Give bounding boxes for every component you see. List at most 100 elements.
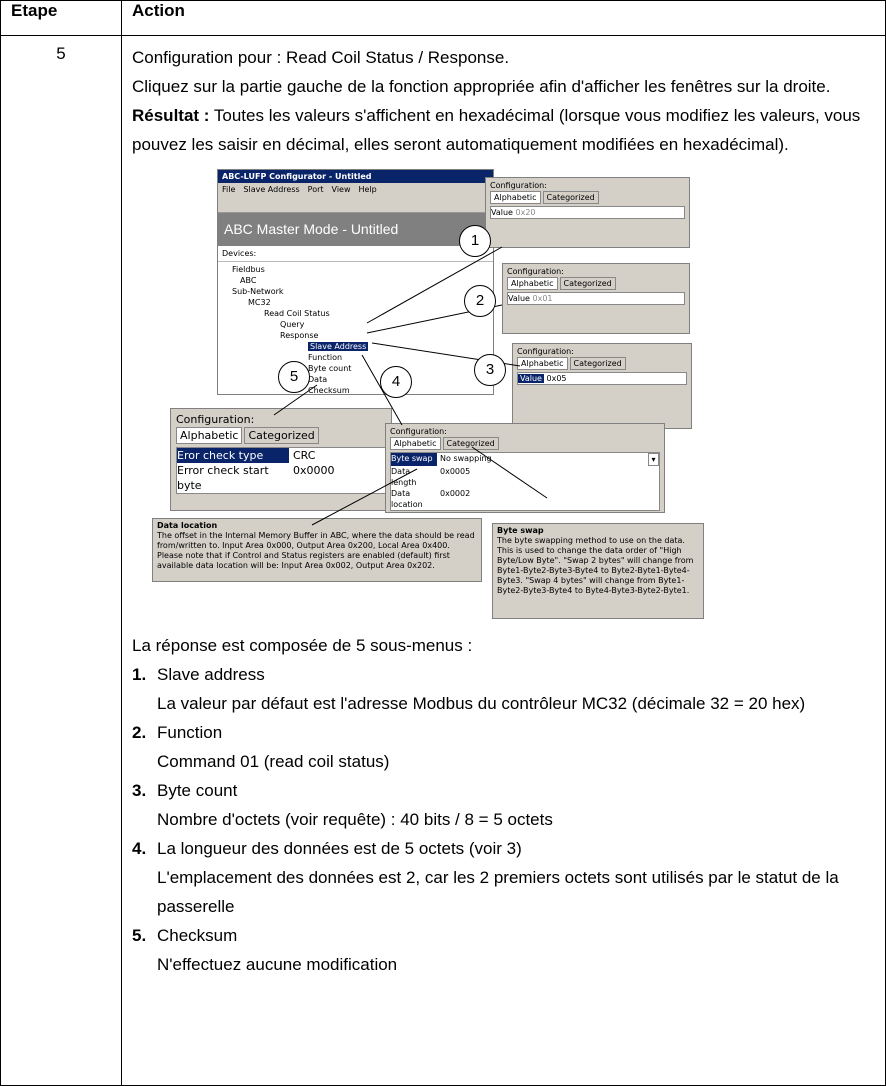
list-item-title: Checksum — [157, 926, 238, 945]
value-slave-address[interactable]: 0x20 — [516, 208, 536, 217]
tree-byte-count[interactable]: Byte count — [222, 363, 489, 374]
data-length-value[interactable]: 0x0005 — [437, 466, 470, 488]
response-intro: La réponse est composée de 5 sous-menus … — [132, 636, 473, 655]
list-item-title: Slave address — [157, 665, 265, 684]
menu-help[interactable]: Help — [359, 184, 377, 195]
list-item: 5. Checksum N'effectuez aucune modificatio… — [132, 921, 877, 979]
action-cell: Configuration pour : Read Coil Status / … — [121, 35, 886, 1086]
tree-query[interactable]: Query — [222, 319, 489, 330]
value-label-3: Value — [518, 374, 544, 383]
config-panel-checksum: Configuration: Alphabetic Categorized Ero… — [170, 408, 392, 511]
check-start-value[interactable]: 0x0000 — [289, 463, 335, 493]
menu-port[interactable]: Port — [308, 184, 324, 195]
devices-label: Devices: — [218, 246, 493, 262]
device-tree: Fieldbus ABC Sub-Network MC32 Read Coil … — [218, 262, 493, 398]
data-location-value[interactable]: 0x0002 — [437, 488, 470, 510]
tab-categorized-4[interactable]: Categorized — [244, 427, 319, 444]
list-item-desc: N'effectuez aucune modification — [157, 955, 398, 974]
tooltip-data-location: Data location The offset in the Internal… — [152, 518, 482, 582]
tree-slave-address[interactable]: Slave Address — [308, 342, 369, 351]
dropdown-arrow-icon[interactable]: ▾ — [648, 453, 659, 466]
tab-alphabetic-1[interactable]: Alphabetic — [490, 191, 541, 204]
callout-5: 5 — [278, 361, 310, 393]
config-label-2: Configuration: — [507, 267, 564, 276]
result-label: Résultat : — [132, 106, 210, 125]
list-item: 3. Byte count Nombre d'octets (voir requêt… — [132, 776, 877, 834]
callout-3: 3 — [474, 354, 506, 386]
menu-file[interactable]: File — [222, 184, 235, 195]
result-text: Toutes les valeurs s'affichent en hexadé… — [132, 106, 861, 154]
byte-swap-value[interactable]: No swapping — [437, 453, 648, 466]
step-number: 5 — [0, 35, 122, 1086]
tab-alphabetic-5[interactable]: Alphabetic — [390, 437, 441, 450]
callout-1: 1 — [459, 225, 491, 257]
tab-alphabetic-3[interactable]: Alphabetic — [517, 357, 568, 370]
list-item-desc: La valeur par défaut est l'adresse Modbu… — [157, 694, 806, 713]
mode-title: ABC Master Mode - Untitled — [218, 213, 493, 246]
value-label-2: Value — [508, 294, 530, 303]
tree-read-coil-status[interactable]: Read Coil Status — [222, 308, 489, 319]
check-start-key: Error check start byte — [177, 464, 269, 492]
list-item: 2. Function Command 01 (read coil status) — [132, 718, 877, 776]
tab-alphabetic-2[interactable]: Alphabetic — [507, 277, 558, 290]
menu-view[interactable]: View — [332, 184, 351, 195]
menu-slave-address[interactable]: Slave Address — [243, 184, 299, 195]
callout-4: 4 — [380, 366, 412, 398]
tooltip-data-location-text: The offset in the Internal Memory Buffer… — [157, 531, 475, 570]
list-item-title: Function — [157, 723, 223, 742]
config-panel-function: Configuration: Alphabetic Categorized Val… — [502, 263, 690, 334]
list-item-desc: L'emplacement des données est 2, car les… — [157, 868, 839, 916]
tab-alphabetic-4[interactable]: Alphabetic — [176, 427, 243, 444]
intro-line1: Configuration pour : Read Coil Status / … — [132, 48, 510, 67]
config-label-1: Configuration: — [490, 181, 547, 190]
tree-subnetwork[interactable]: Sub-Network — [222, 286, 489, 297]
toolbar — [218, 196, 493, 213]
submenu-list: 1. Slave address La valeur par défaut est … — [132, 660, 877, 979]
tooltip-byte-swap-title: Byte swap — [497, 526, 544, 535]
tree-abc[interactable]: ABC — [222, 275, 489, 286]
tree-checksum[interactable]: Checksum — [222, 385, 489, 396]
callout-2: 2 — [464, 285, 496, 317]
tab-categorized-3[interactable]: Categorized — [569, 357, 626, 370]
list-item-title: La longueur des données est de 5 octets … — [157, 839, 522, 858]
tree-mc32[interactable]: MC32 — [222, 297, 489, 308]
procedure-table: Etape Action 5 Configuration pour : Read… — [0, 0, 886, 1086]
list-item-title: Byte count — [157, 781, 238, 800]
config-panel-slave-address: Configuration: Alphabetic Categorized Val… — [485, 177, 690, 248]
check-type-value[interactable]: CRC — [289, 448, 315, 463]
tree-function[interactable]: Function — [222, 352, 489, 363]
byte-swap-key: Byte swap — [391, 453, 437, 466]
tab-categorized-1[interactable]: Categorized — [542, 191, 599, 204]
tooltip-data-location-title: Data location — [157, 521, 218, 530]
col-header-action: Action — [121, 0, 886, 36]
list-item-number: 1. — [132, 665, 147, 684]
list-item: 1. Slave address La valeur par défaut est … — [132, 660, 877, 718]
tree-response[interactable]: Response — [222, 330, 489, 341]
tree-data[interactable]: Data — [222, 374, 489, 385]
data-location-key: Data location — [391, 489, 423, 509]
tab-categorized-2[interactable]: Categorized — [559, 277, 616, 290]
configurator-main-window: ABC-LUFP Configurator - Untitled File Sl… — [217, 169, 494, 395]
app-title: ABC-LUFP Configurator - Untitled — [218, 170, 493, 183]
config-panel-byte-count: Configuration: Alphabetic Categorized Val… — [512, 343, 692, 429]
list-item-number: 3. — [132, 781, 147, 800]
list-item-desc: Nombre d'octets (voir requête) : 40 bits… — [157, 810, 553, 829]
list-item-number: 4. — [132, 839, 147, 858]
check-type-key: Eror check type — [177, 448, 289, 463]
list-item-number: 5. — [132, 926, 147, 945]
value-byte-count[interactable]: 0x05 — [547, 374, 567, 383]
config-panel-data: Configuration: Alphabetic Categorized Byt… — [385, 423, 665, 513]
menu-bar: File Slave Address Port View Help — [218, 183, 493, 196]
config-label-5: Configuration: — [390, 427, 447, 436]
configurator-screenshot: ABC-LUFP Configurator - Untitled File Sl… — [152, 163, 704, 623]
list-item: 4. La longueur des données est de 5 octet… — [132, 834, 877, 921]
list-item-number: 2. — [132, 723, 147, 742]
tree-fieldbus[interactable]: Fieldbus — [222, 264, 489, 275]
data-property-grid: Byte swap No swapping ▾ Data length 0x0005 … — [390, 452, 660, 511]
value-function[interactable]: 0x01 — [533, 294, 553, 303]
tooltip-byte-swap: Byte swap The byte swapping method to us… — [492, 523, 704, 619]
data-length-key: Data length — [391, 467, 417, 487]
tab-categorized-5[interactable]: Categorized — [442, 437, 499, 450]
col-header-etape: Etape — [0, 0, 122, 36]
result-paragraph: Résultat : Toutes les valeurs s'affichen… — [132, 101, 877, 159]
